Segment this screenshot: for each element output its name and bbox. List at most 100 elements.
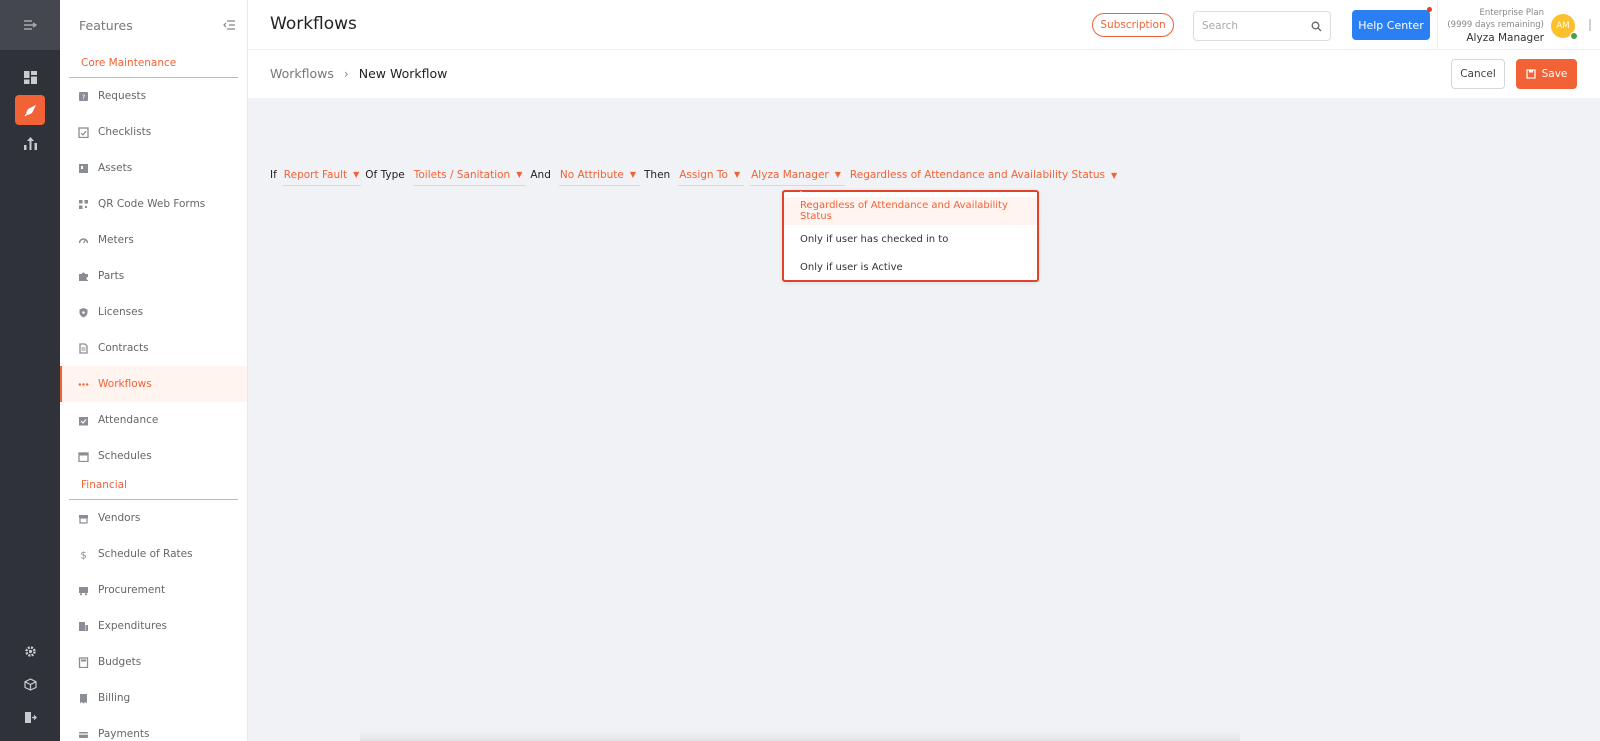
breadcrumb: Workflows › New Workflow: [270, 66, 447, 81]
panel-collapse-icon[interactable]: [1588, 18, 1596, 32]
user-name: Alyza Manager: [1466, 32, 1544, 44]
breadcrumb-parent[interactable]: Workflows: [270, 66, 334, 81]
sidebar-item-schedules[interactable]: Schedules: [60, 438, 247, 474]
condition-dropdown[interactable]: Regardless of Attendance and Availabilit…: [849, 169, 1121, 185]
condition-menu: Regardless of Attendance and Availabilit…: [782, 190, 1039, 282]
attendance-icon: [78, 415, 89, 426]
reports-nav[interactable]: [15, 128, 45, 158]
type-dropdown[interactable]: Toilets / Sanitation ▼: [412, 168, 527, 186]
attribute-dropdown[interactable]: No Attribute ▼: [558, 168, 641, 186]
cancel-button[interactable]: Cancel: [1451, 59, 1505, 89]
sidebar-header: Features: [60, 0, 247, 50]
sidebar-item-workflows[interactable]: Workflows: [60, 366, 247, 402]
menu-toggle-button[interactable]: [0, 0, 60, 50]
shield-icon: [78, 307, 89, 318]
then-label: Then: [644, 169, 671, 181]
sidebar-item-meters[interactable]: Meters: [60, 222, 247, 258]
svg-text:$: $: [80, 550, 86, 560]
type-value: Toilets / Sanitation: [413, 168, 511, 181]
breadcrumb-current: New Workflow: [358, 66, 448, 81]
header-divider: [1437, 0, 1438, 50]
sidebar-item-label: Workflows: [98, 378, 152, 390]
save-button[interactable]: Save: [1516, 59, 1577, 89]
payment-icon: [78, 729, 89, 740]
action-value: Assign To: [679, 168, 728, 181]
sidebar-item-contracts[interactable]: Contracts: [60, 330, 247, 366]
sidebar-title: Features: [79, 17, 133, 33]
condition-value: Regardless of Attendance and Availabilit…: [849, 169, 1105, 181]
sidebar-item-qr-code-web-forms[interactable]: QR Code Web Forms: [60, 186, 247, 222]
subscription-button[interactable]: Subscription: [1092, 13, 1174, 37]
trigger-dropdown[interactable]: Report Fault ▼: [282, 169, 362, 186]
search-input[interactable]: Search: [1202, 20, 1238, 32]
sidebar-item-vendors[interactable]: Vendors: [60, 500, 247, 536]
contract-icon: [78, 342, 89, 354]
menu-toggle-icon: [24, 20, 37, 30]
search-box[interactable]: Search: [1193, 11, 1331, 41]
section-core-maintenance: Core Maintenance: [69, 56, 238, 78]
qr-code-icon: [78, 199, 89, 210]
action-dropdown[interactable]: Assign To ▼: [678, 168, 745, 186]
condition-option[interactable]: Regardless of Attendance and Availabilit…: [784, 197, 1037, 225]
sidebar-item-checklists[interactable]: Checklists: [60, 114, 247, 150]
sidebar-item-label: Procurement: [98, 584, 166, 596]
sidebar-item-attendance[interactable]: Attendance: [60, 402, 247, 438]
request-icon: ?: [78, 91, 89, 102]
and-label: And: [530, 169, 551, 181]
sidebar-item-label: Meters: [98, 234, 134, 246]
sidebar-item-label: Billing: [98, 692, 131, 704]
sidebar-item-schedule-of-rates[interactable]: $ Schedule of Rates: [60, 536, 247, 572]
logout-icon: [24, 711, 37, 723]
plan-info: Enterprise Plan (9999 days remaining) Al…: [1442, 7, 1544, 44]
calendar-icon: [78, 451, 89, 462]
sidebar-item-label: Attendance: [98, 414, 159, 426]
sidebar-item-label: Parts: [98, 270, 125, 282]
section-financial: Financial: [69, 478, 238, 500]
expenditure-icon: [78, 621, 89, 632]
features-nav[interactable]: [15, 95, 45, 125]
sidebar-item-parts[interactable]: Parts: [60, 258, 247, 294]
online-status-dot: [1570, 32, 1578, 40]
modules-nav[interactable]: [15, 669, 45, 699]
condition-option[interactable]: Only if user has checked in to: [784, 225, 1037, 253]
checklist-icon: [78, 126, 89, 138]
sidebar-item-label: Schedule of Rates: [98, 548, 193, 560]
bottom-shadow: [360, 730, 1240, 741]
meter-icon: [78, 235, 89, 246]
sidebar-item-requests[interactable]: ? Requests: [60, 78, 247, 114]
logout-nav[interactable]: [15, 702, 45, 732]
attribute-value: No Attribute: [559, 168, 624, 181]
sidebar-item-procurement[interactable]: Procurement: [60, 572, 247, 608]
sidebar-item-label: Payments: [98, 728, 150, 740]
sidebar-item-budgets[interactable]: Budgets: [60, 644, 247, 680]
sidebar-item-billing[interactable]: Billing: [60, 680, 247, 716]
billing-icon: [78, 693, 89, 704]
breadcrumb-chevron-icon: ›: [343, 66, 349, 81]
sidebar-item-assets[interactable]: Assets: [60, 150, 247, 186]
help-center-button[interactable]: Help Center: [1352, 10, 1430, 40]
dashboard-icon: [23, 70, 37, 84]
top-header: Workflows Subscription Search Help Cente…: [248, 0, 1600, 50]
condition-option[interactable]: Only if user is Active: [784, 253, 1037, 281]
sidebar-item-label: Assets: [98, 162, 133, 174]
caret-down-icon: ▼: [834, 170, 841, 179]
features-sidebar: Features Core Maintenance ? Requests Chec…: [60, 0, 248, 741]
plan-remaining: (9999 days remaining): [1447, 20, 1544, 30]
caret-down-icon: ▼: [733, 170, 741, 179]
sidebar-item-label: Expenditures: [98, 620, 167, 632]
truck-icon: [78, 585, 89, 596]
sidebar-item-label: Contracts: [98, 342, 149, 354]
sidebar-item-label: Licenses: [98, 306, 144, 318]
settings-nav[interactable]: [15, 636, 45, 666]
dashboard-nav[interactable]: [15, 62, 45, 92]
assignee-dropdown[interactable]: Alyza Manager ▼: [750, 169, 845, 186]
svg-text:?: ?: [82, 93, 86, 101]
sidebar-item-licenses[interactable]: Licenses: [60, 294, 247, 330]
sub-header: Workflows › New Workflow Cancel Save: [248, 50, 1600, 98]
sidebar-item-expenditures[interactable]: Expenditures: [60, 608, 247, 644]
sidebar-item-payments[interactable]: Payments: [60, 716, 247, 741]
collapse-sidebar-icon[interactable]: [223, 20, 235, 30]
sidebar-item-label: Budgets: [98, 656, 142, 668]
menu-pointer: [796, 191, 806, 196]
caret-down-icon: ▼: [629, 170, 637, 179]
